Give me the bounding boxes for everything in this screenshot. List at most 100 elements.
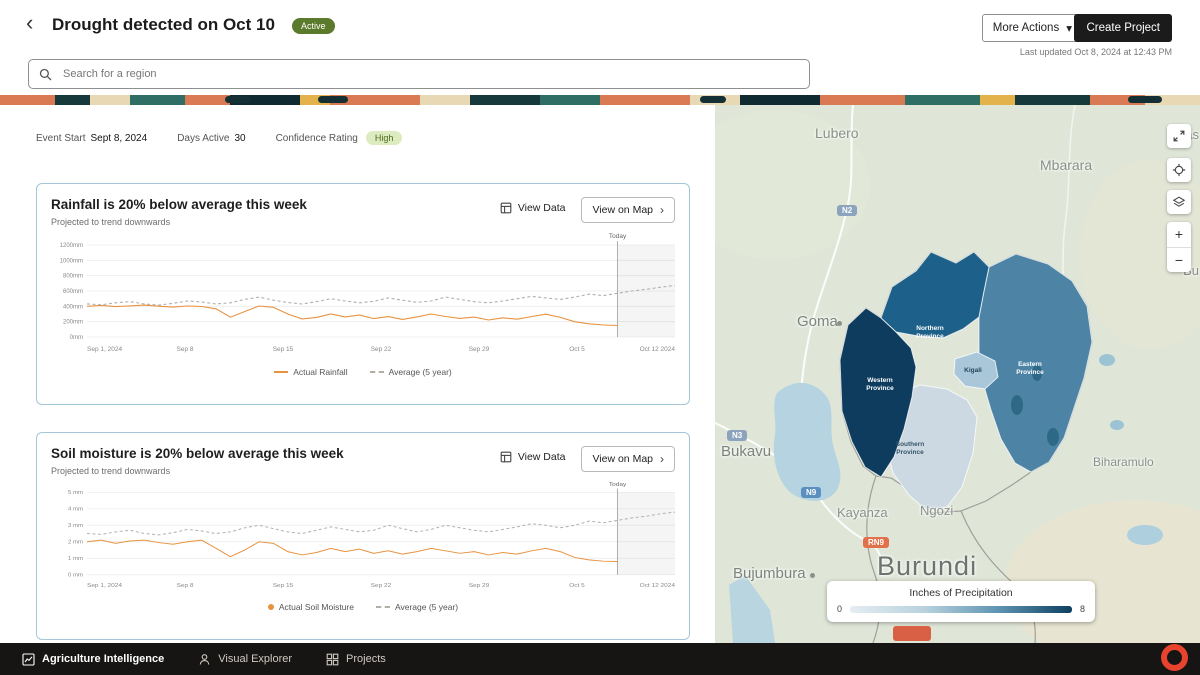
event-detail-panel: Event Start Sept 8, 2024 Days Active 30 … bbox=[0, 105, 715, 643]
svg-text:Sep 1, 2024: Sep 1, 2024 bbox=[87, 583, 123, 590]
soil-moisture-card: Soil moisture is 20% below average this … bbox=[36, 432, 690, 640]
svg-text:Sep 29: Sep 29 bbox=[469, 583, 490, 590]
card-header: Rainfall is 20% below average this week … bbox=[37, 184, 689, 227]
map-panel[interactable]: Lubero Mbarara Goma Bukavu Kayanza Ngozi… bbox=[715, 105, 1200, 643]
road-badge-rn9: RN9 bbox=[863, 537, 889, 548]
svg-text:600mm: 600mm bbox=[63, 289, 83, 295]
svg-text:Oct 12 2024: Oct 12 2024 bbox=[640, 346, 676, 353]
nav-label: Agriculture Intelligence bbox=[42, 653, 164, 665]
search-input[interactable] bbox=[61, 67, 799, 81]
view-data-label: View Data bbox=[518, 451, 566, 463]
rainfall-chart-legend: Actual RainfallAverage (5 year) bbox=[37, 367, 689, 377]
nav-label: Projects bbox=[346, 653, 386, 665]
create-project-button[interactable]: Create Project bbox=[1074, 14, 1172, 42]
locate-button[interactable] bbox=[1167, 158, 1191, 182]
lake bbox=[1047, 428, 1059, 446]
label-western-province: Western Province bbox=[857, 377, 903, 394]
svg-text:0mm: 0mm bbox=[70, 335, 83, 341]
rainfall-card: Rainfall is 20% below average this week … bbox=[36, 183, 690, 405]
status-badge: Active bbox=[292, 18, 335, 34]
label-eastern-province: Eastern Province bbox=[1007, 361, 1053, 378]
lake bbox=[1011, 395, 1023, 415]
card-header: Soil moisture is 20% below average this … bbox=[37, 433, 689, 476]
region-search[interactable] bbox=[28, 59, 810, 89]
view-on-map-button[interactable]: View on Map › bbox=[581, 446, 675, 472]
map-label-bukavu: Bukavu bbox=[721, 443, 771, 460]
soil-moisture-chart-legend: Actual Soil MoistureAverage (5 year) bbox=[37, 602, 689, 612]
nav-agriculture-intelligence[interactable]: Agriculture Intelligence bbox=[22, 653, 164, 666]
rainfall-chart: 1200mm1000mm800mm600mm400mm200mm0mmSep 1… bbox=[45, 229, 683, 363]
map-label-goma: Goma bbox=[797, 313, 838, 330]
svg-text:400mm: 400mm bbox=[63, 304, 83, 310]
legend-gradient-bar bbox=[850, 606, 1072, 613]
legend-max: 8 bbox=[1080, 604, 1085, 614]
nav-label: Visual Explorer bbox=[218, 653, 292, 665]
road-badge-n9: N9 bbox=[801, 487, 821, 498]
map-label-biharamulo: Biharamulo bbox=[1093, 455, 1154, 469]
chart-icon bbox=[22, 653, 35, 666]
svg-text:Oct 12 2024: Oct 12 2024 bbox=[640, 583, 676, 590]
label-southern-province: Southern Province bbox=[887, 441, 933, 458]
svg-text:Sep 22: Sep 22 bbox=[371, 583, 392, 590]
svg-text:Sep 15: Sep 15 bbox=[273, 346, 294, 353]
label-kigali-province: Kigali bbox=[953, 367, 993, 375]
zoom-controls: + − bbox=[1167, 222, 1191, 272]
chevron-right-icon: › bbox=[660, 453, 664, 465]
cutoff-road-badge bbox=[893, 626, 931, 641]
days-active: Days Active 30 bbox=[177, 133, 245, 144]
city-dot-bujumbura bbox=[810, 573, 815, 578]
nav-visual-explorer[interactable]: Visual Explorer bbox=[198, 653, 292, 666]
create-project-label: Create Project bbox=[1086, 22, 1160, 34]
svg-text:Sep 29: Sep 29 bbox=[469, 346, 490, 353]
svg-text:1000mm: 1000mm bbox=[60, 258, 83, 264]
legend-min: 0 bbox=[837, 604, 842, 614]
svg-text:4 mm: 4 mm bbox=[68, 507, 83, 513]
map-label-kayanza: Kayanza bbox=[837, 505, 888, 520]
svg-text:1200mm: 1200mm bbox=[60, 243, 83, 249]
view-on-map-button[interactable]: View on Map › bbox=[581, 197, 675, 223]
view-on-map-label: View on Map bbox=[592, 453, 653, 465]
zoom-in-button[interactable]: + bbox=[1167, 222, 1191, 248]
svg-text:800mm: 800mm bbox=[63, 274, 83, 280]
target-icon bbox=[1172, 163, 1186, 177]
road-badge-n3: N3 bbox=[727, 430, 747, 441]
app-footer: Agriculture Intelligence Visual Explorer… bbox=[0, 643, 1200, 675]
layers-icon bbox=[1172, 195, 1186, 209]
svg-text:1 mm: 1 mm bbox=[68, 556, 83, 562]
layers-button[interactable] bbox=[1167, 190, 1191, 214]
oracle-logo bbox=[1161, 644, 1188, 671]
caret-down-icon: ▾ bbox=[1066, 21, 1072, 35]
svg-text:Sep 1, 2024: Sep 1, 2024 bbox=[87, 346, 122, 353]
chevron-right-icon: › bbox=[660, 204, 664, 216]
fullscreen-button[interactable] bbox=[1167, 124, 1191, 148]
confidence-label: Confidence Rating bbox=[276, 133, 358, 144]
decorative-shape bbox=[225, 96, 251, 103]
map-label-burundi: Burundi bbox=[877, 551, 977, 582]
map-label-mbarara: Mbarara bbox=[1040, 157, 1092, 173]
zoom-out-button[interactable]: − bbox=[1167, 248, 1191, 273]
search-icon bbox=[39, 68, 52, 81]
nav-projects[interactable]: Projects bbox=[326, 653, 386, 666]
decorative-banner-strip bbox=[0, 95, 1200, 105]
event-start-value: Sept 8, 2024 bbox=[90, 133, 147, 144]
svg-text:Sep 15: Sep 15 bbox=[273, 583, 294, 590]
svg-text:Today: Today bbox=[609, 233, 627, 240]
card-title: Rainfall is 20% below average this week bbox=[51, 197, 500, 212]
view-data-button[interactable]: View Data bbox=[500, 451, 566, 463]
page-header: ‹ Drought detected on Oct 10 Active More… bbox=[0, 0, 1200, 95]
svg-text:Sep 8: Sep 8 bbox=[177, 346, 194, 353]
view-data-label: View Data bbox=[518, 202, 566, 214]
back-button[interactable]: ‹ bbox=[26, 12, 33, 34]
card-subtitle: Projected to trend downwards bbox=[51, 466, 500, 476]
more-actions-button[interactable]: More Actions ▾ bbox=[982, 14, 1083, 42]
event-start-label: Event Start bbox=[36, 133, 85, 144]
soil-moisture-chart: 5 mm4 mm3 mm2 mm1 mm0 mmSep 1, 2024Sep 8… bbox=[45, 478, 683, 598]
page-title: Drought detected on Oct 10 bbox=[52, 15, 275, 35]
grid-icon bbox=[326, 653, 339, 666]
view-data-button[interactable]: View Data bbox=[500, 202, 566, 214]
map-label-ngozi: Ngozi bbox=[920, 503, 953, 518]
svg-text:3 mm: 3 mm bbox=[68, 523, 83, 529]
card-subtitle: Projected to trend downwards bbox=[51, 217, 500, 227]
svg-text:0 mm: 0 mm bbox=[68, 573, 83, 579]
view-data-icon bbox=[500, 451, 512, 463]
